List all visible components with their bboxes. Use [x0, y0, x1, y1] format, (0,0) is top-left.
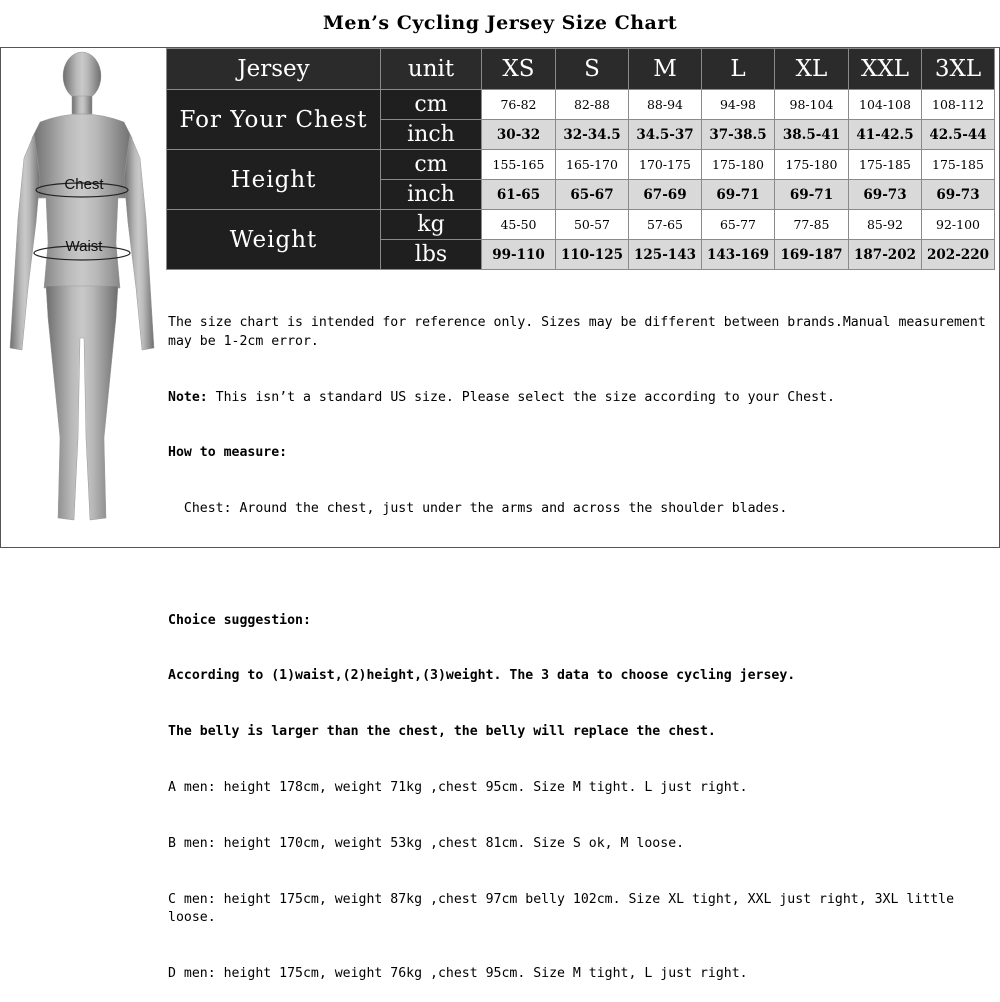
value-cell: 34.5-37	[628, 119, 702, 150]
value-cell: 69-73	[921, 179, 995, 210]
value-cell: 155-165	[481, 149, 556, 180]
value-cell: 76-82	[481, 89, 556, 120]
header-size-l: L	[701, 48, 775, 90]
value-cell: 37-38.5	[701, 119, 775, 150]
unit-cell: inch	[380, 119, 482, 150]
note-label: Note:	[168, 389, 208, 405]
value-cell: 45-50	[481, 209, 556, 240]
example-c: C men: height 175cm, weight 87kg ,chest …	[168, 891, 962, 926]
value-cell: 65-77	[701, 209, 775, 240]
value-cell: 85-92	[848, 209, 922, 240]
value-cell: 99-110	[481, 239, 556, 270]
value-cell: 50-57	[555, 209, 629, 240]
value-cell: 170-175	[628, 149, 702, 180]
value-cell: 169-187	[774, 239, 849, 270]
value-cell: 77-85	[774, 209, 849, 240]
note-text: This isn’t a standard US size. Please se…	[207, 389, 835, 405]
how-to-measure-label: How to measure:	[168, 445, 288, 461]
page-title: Men’s Cycling Jersey Size Chart	[322, 12, 678, 34]
row-label-weight: Weight	[166, 209, 381, 270]
value-cell: 187-202	[848, 239, 922, 270]
how-to-measure-text: Chest: Around the chest, just under the …	[168, 501, 788, 517]
value-cell: 94-98	[701, 89, 775, 120]
unit-cell: lbs	[380, 239, 482, 270]
row-label-chest: For Your Chest	[166, 89, 381, 150]
example-d: D men: height 175cm, weight 76kg ,chest …	[168, 965, 748, 981]
header-size-s: S	[555, 48, 629, 90]
value-cell: 88-94	[628, 89, 702, 120]
choice-line-1: According to (1)waist,(2)height,(3)weigh…	[168, 668, 796, 684]
value-cell: 175-180	[774, 149, 849, 180]
note-line: Note: This isn’t a standard US size. Ple…	[168, 389, 988, 408]
unit-cell: cm	[380, 89, 482, 120]
title-bar: Men’s Cycling Jersey Size Chart	[0, 0, 1000, 48]
table-row: Height cm 155-165 165-170 170-175 175-18…	[166, 149, 995, 210]
table-row: For Your Chest cm 76-82 82-88 88-94 94-9…	[166, 89, 995, 150]
silhouette	[9, 51, 155, 521]
header-size-3xl: 3XL	[921, 48, 995, 90]
value-cell: 69-73	[848, 179, 922, 210]
value-cell: 104-108	[848, 89, 922, 120]
value-cell: 202-220	[921, 239, 995, 270]
value-cell: 41-42.5	[848, 119, 922, 150]
size-table: Jersey unit XS S M L XL XXL 3XL For Your…	[166, 48, 995, 270]
value-cell: 69-71	[774, 179, 849, 210]
value-cell: 143-169	[701, 239, 775, 270]
header-row: Jersey unit XS S M L XL XXL 3XL	[166, 48, 995, 90]
header-jersey: Jersey	[166, 48, 381, 90]
value-cell: 30-32	[481, 119, 556, 150]
value-cell: 125-143	[628, 239, 702, 270]
value-cell: 175-180	[701, 149, 775, 180]
example-a: A men: height 178cm, weight 71kg ,chest …	[168, 780, 748, 796]
value-cell: 38.5-41	[774, 119, 849, 150]
choice-label: Choice suggestion:	[168, 612, 311, 628]
value-cell: 69-71	[701, 179, 775, 210]
header-size-xs: XS	[481, 48, 556, 90]
header-unit: unit	[380, 48, 482, 90]
unit-cell: kg	[380, 209, 482, 240]
value-cell: 42.5-44	[921, 119, 995, 150]
row-label-height: Height	[166, 149, 381, 210]
value-cell: 175-185	[921, 149, 995, 180]
value-cell: 61-65	[481, 179, 556, 210]
notes-section: The size chart is intended for reference…	[168, 277, 988, 1002]
value-cell: 108-112	[921, 89, 995, 120]
unit-cell: inch	[380, 179, 482, 210]
value-cell: 165-170	[555, 149, 629, 180]
table-row: Weight kg 45-50 50-57 57-65 65-77 77-85 …	[166, 209, 995, 270]
waist-label: Waist	[66, 238, 104, 255]
unit-cell: cm	[380, 149, 482, 180]
value-cell: 82-88	[555, 89, 629, 120]
body-figure: Chest Waist	[9, 51, 155, 521]
value-cell: 67-69	[628, 179, 702, 210]
choice-line-2: The belly is larger than the chest, the …	[168, 724, 716, 740]
disclaimer-text: The size chart is intended for reference…	[168, 315, 994, 349]
value-cell: 175-185	[848, 149, 922, 180]
example-b: B men: height 170cm, weight 53kg ,chest …	[168, 835, 685, 851]
header-size-xl: XL	[774, 48, 849, 90]
value-cell: 32-34.5	[555, 119, 629, 150]
header-size-m: M	[628, 48, 702, 90]
value-cell: 110-125	[555, 239, 629, 270]
value-cell: 92-100	[921, 209, 995, 240]
chest-label: Chest	[64, 176, 104, 193]
header-size-xxl: XXL	[848, 48, 922, 90]
value-cell: 57-65	[628, 209, 702, 240]
value-cell: 65-67	[555, 179, 629, 210]
value-cell: 98-104	[774, 89, 849, 120]
